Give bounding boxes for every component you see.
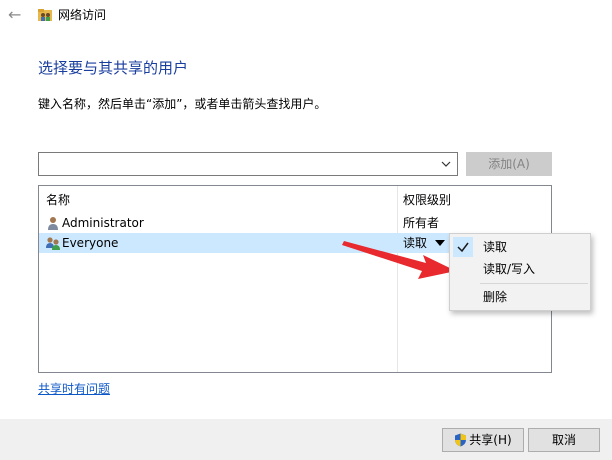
page-heading: 选择要与其共享的用户 [38,59,189,77]
user-icon [48,217,58,230]
column-header-name[interactable]: 名称 [46,192,70,208]
menu-item-remove[interactable]: 删除 [450,286,590,308]
check-icon [453,237,473,257]
network-folder-icon [38,9,52,21]
add-button[interactable]: 添加(A) [466,152,552,176]
share-button-label: 共享(H) [469,433,512,447]
share-button[interactable]: 共享(H) [442,428,524,452]
sharing-problem-link[interactable]: 共享时有问题 [38,381,110,397]
uac-shield-icon [455,433,467,447]
menu-item-label: 读取/写入 [483,262,536,276]
user-name: Administrator [62,216,144,230]
user-permission: 所有者 [403,216,440,230]
back-arrow-icon[interactable]: ← [8,6,24,24]
cancel-button[interactable]: 取消 [528,428,600,452]
menu-item-label: 读取 [483,240,508,254]
menu-item-read[interactable]: 读取 [450,236,590,258]
group-icon [46,237,60,250]
window-title: 网络访问 [58,8,107,22]
menu-separator [480,283,588,284]
chevron-down-icon[interactable] [439,156,453,172]
user-row-administrator[interactable]: Administrator 所有者 [39,213,551,233]
user-name: Everyone [62,236,119,250]
column-header-permission[interactable]: 权限级别 [403,192,451,208]
annotation-arrow [342,241,456,279]
user-name-combobox[interactable] [38,152,458,176]
permission-menu: 读取 读取/写入 删除 [449,233,591,311]
instruction-text: 键入名称，然后单击“添加”，或者单击箭头查找用户。 [38,97,327,111]
menu-item-read-write[interactable]: 读取/写入 [450,258,590,280]
menu-item-label: 删除 [483,290,508,304]
